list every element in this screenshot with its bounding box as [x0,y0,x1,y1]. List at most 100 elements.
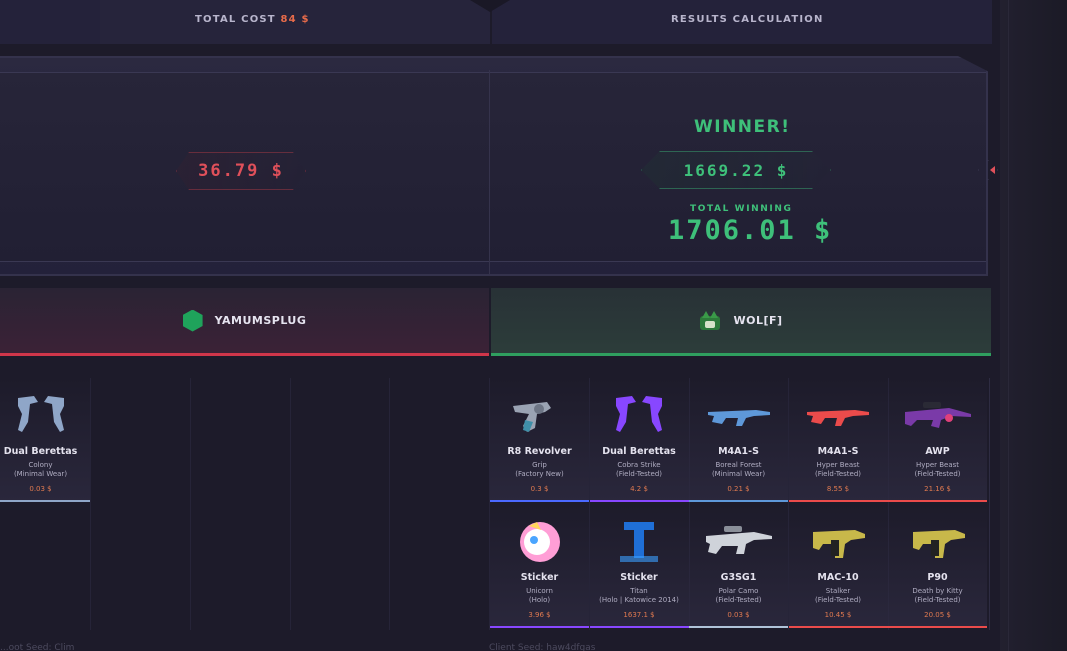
total-cost-value: 84 $ [280,14,310,25]
rarity-bar [0,500,90,502]
item-wear: (Minimal Wear) [711,470,766,478]
total-cost: TOTAL COST 84 $ [195,14,310,25]
rifle-icon [707,410,770,426]
item-name: Sticker [520,572,559,583]
rarity-bar [490,500,589,502]
rarity-bar [788,500,888,502]
unicorn-sticker-icon [519,522,560,562]
item-name: Sticker [620,572,658,583]
item-price: 0.21 $ [727,485,750,493]
winner-amount-box: 1669.22 $ [641,151,831,189]
item-name: Dual Berettas [3,446,78,457]
item-card[interactable]: Dual Berettas Colony (Minimal Wear) 0.03 $ [0,378,90,502]
item-card[interactable]: R8 Revolver Grip (Factory New) 0.3 $ [490,378,589,502]
total-winning-value: 1706.01 $ [668,215,833,246]
item-skin: Unicorn [526,587,553,595]
revolver-icon [512,402,551,432]
item-card[interactable]: M4A1-S Boreal Forest (Minimal Wear) 0.21 $ [689,378,788,502]
rarity-bar [589,626,689,628]
item-wear: (Factory New) [515,470,564,478]
item-price: 3.96 $ [528,611,551,619]
item-wear: (Holo) [528,596,551,604]
results-calculation-label: RESULTS CALCULATION [671,14,824,25]
rarity-bar [589,500,689,502]
item-wear: (Field-Tested) [814,596,862,604]
titan-sticker-icon [620,522,658,562]
total-cost-label: TOTAL COST [195,14,276,25]
item-card[interactable]: M4A1-S Hyper Beast (Field-Tested) 8.55 $ [788,378,888,502]
rarity-bar [689,500,788,502]
item-skin: Colony [28,461,53,469]
client-seed: Client Seed: haw4dfgas [489,643,596,651]
autosniper-icon [705,526,772,554]
item-price: 4.2 $ [630,485,648,493]
item-name: M4A1-S [718,446,759,457]
item-name: Dual Berettas [602,446,676,457]
dual-berettas-icon [616,396,662,432]
rarity-bar [888,500,987,502]
rifle-icon [807,410,869,426]
item-card[interactable]: Sticker Titan (Holo | Katowice 2014) 1637.1… [589,504,689,628]
item-wear: (Holo | Katowice 2014) [599,596,679,604]
item-skin: Titan [630,587,648,595]
item-price: 20.05 $ [924,611,951,619]
item-card[interactable]: MAC-10 Stalker (Field-Tested) 10.45 $ [788,504,888,628]
winner-amount: 1669.22 $ [683,160,789,180]
player-name: WOL[F] [733,314,783,327]
item-skin: Hyper Beast [816,461,860,469]
item-name: AWP [925,446,950,457]
item-name: MAC-10 [817,572,859,583]
item-wear: (Field-Tested) [914,470,961,478]
item-name: R8 Revolver [507,446,572,457]
item-wear: (Minimal Wear) [13,470,68,478]
item-name: M4A1-S [817,446,859,457]
item-price: 1637.1 $ [623,611,655,619]
item-name: P90 [927,572,948,583]
left-items-grid: Dual Berettas Colony (Minimal Wear) 0.03 $ [0,378,489,630]
item-price: 0.03 $ [727,611,750,619]
item-skin: Hyper Beast [915,461,960,469]
item-price: 0.3 $ [530,485,549,493]
item-card[interactable]: G3SG1 Polar Camo (Field-Tested) 0.03 $ [689,504,788,628]
player-left[interactable]: YAMUMSPLUG [0,288,489,356]
item-skin: Boreal Forest [715,461,762,469]
item-price: 10.45 $ [824,611,852,619]
result-panel [0,56,988,276]
rarity-bar [689,626,788,628]
collapse-arrow-button[interactable] [978,160,998,180]
item-wear: (Field-Tested) [615,470,663,478]
rarity-bar [888,626,987,628]
item-wear: (Field-Tested) [715,596,762,604]
item-skin: Polar Camo [718,587,759,595]
item-price: 8.55 $ [826,485,850,493]
top-bar: TOTAL COST 84 $ RESULTS CALCULATION [0,0,1000,44]
item-card[interactable]: AWP Hyper Beast (Field-Tested) 21.16 $ [888,378,987,502]
sniper-icon [904,402,971,428]
server-seed: ...oot Seed: Clim [0,643,75,651]
winner-label: WINNER! [694,117,791,137]
smg-icon [813,530,865,558]
item-price: 21.16 $ [924,485,951,493]
item-skin: Death by Kitty [912,587,963,595]
item-skin: Grip [532,461,547,469]
rarity-bar [490,626,589,628]
loser-amount-box: 36.79 $ [176,152,306,190]
item-wear: (Field-Tested) [814,470,862,478]
item-card[interactable]: Sticker Unicorn (Holo) 3.96 $ [490,504,589,628]
avatar [182,309,203,332]
case-battle-results: TOTAL COST 84 $ RESULTS CALCULATION 36.7… [0,0,1067,651]
total-winning-label: TOTAL WINNING [690,204,793,214]
smg-icon [912,530,965,558]
right-items-grid: R8 Revolver Grip (Factory New) 0.3 $ Dual Be… [490,378,990,630]
item-skin: Stalker [825,587,851,595]
item-wear: (Field-Tested) [914,596,961,604]
item-card[interactable]: Dual Berettas Cobra Strike (Field-Tested) 4… [589,378,689,502]
dual-berettas-icon [17,396,64,432]
loser-amount: 36.79 $ [198,161,284,181]
item-price: 0.03 $ [29,485,52,493]
player-name: YAMUMSPLUG [214,314,307,327]
arrow-left-icon [990,166,995,174]
item-skin: Cobra Strike [617,461,661,469]
player-right[interactable]: WOL[F] [491,288,991,356]
item-card[interactable]: P90 Death by Kitty (Field-Tested) 20.05 $ [888,504,987,628]
